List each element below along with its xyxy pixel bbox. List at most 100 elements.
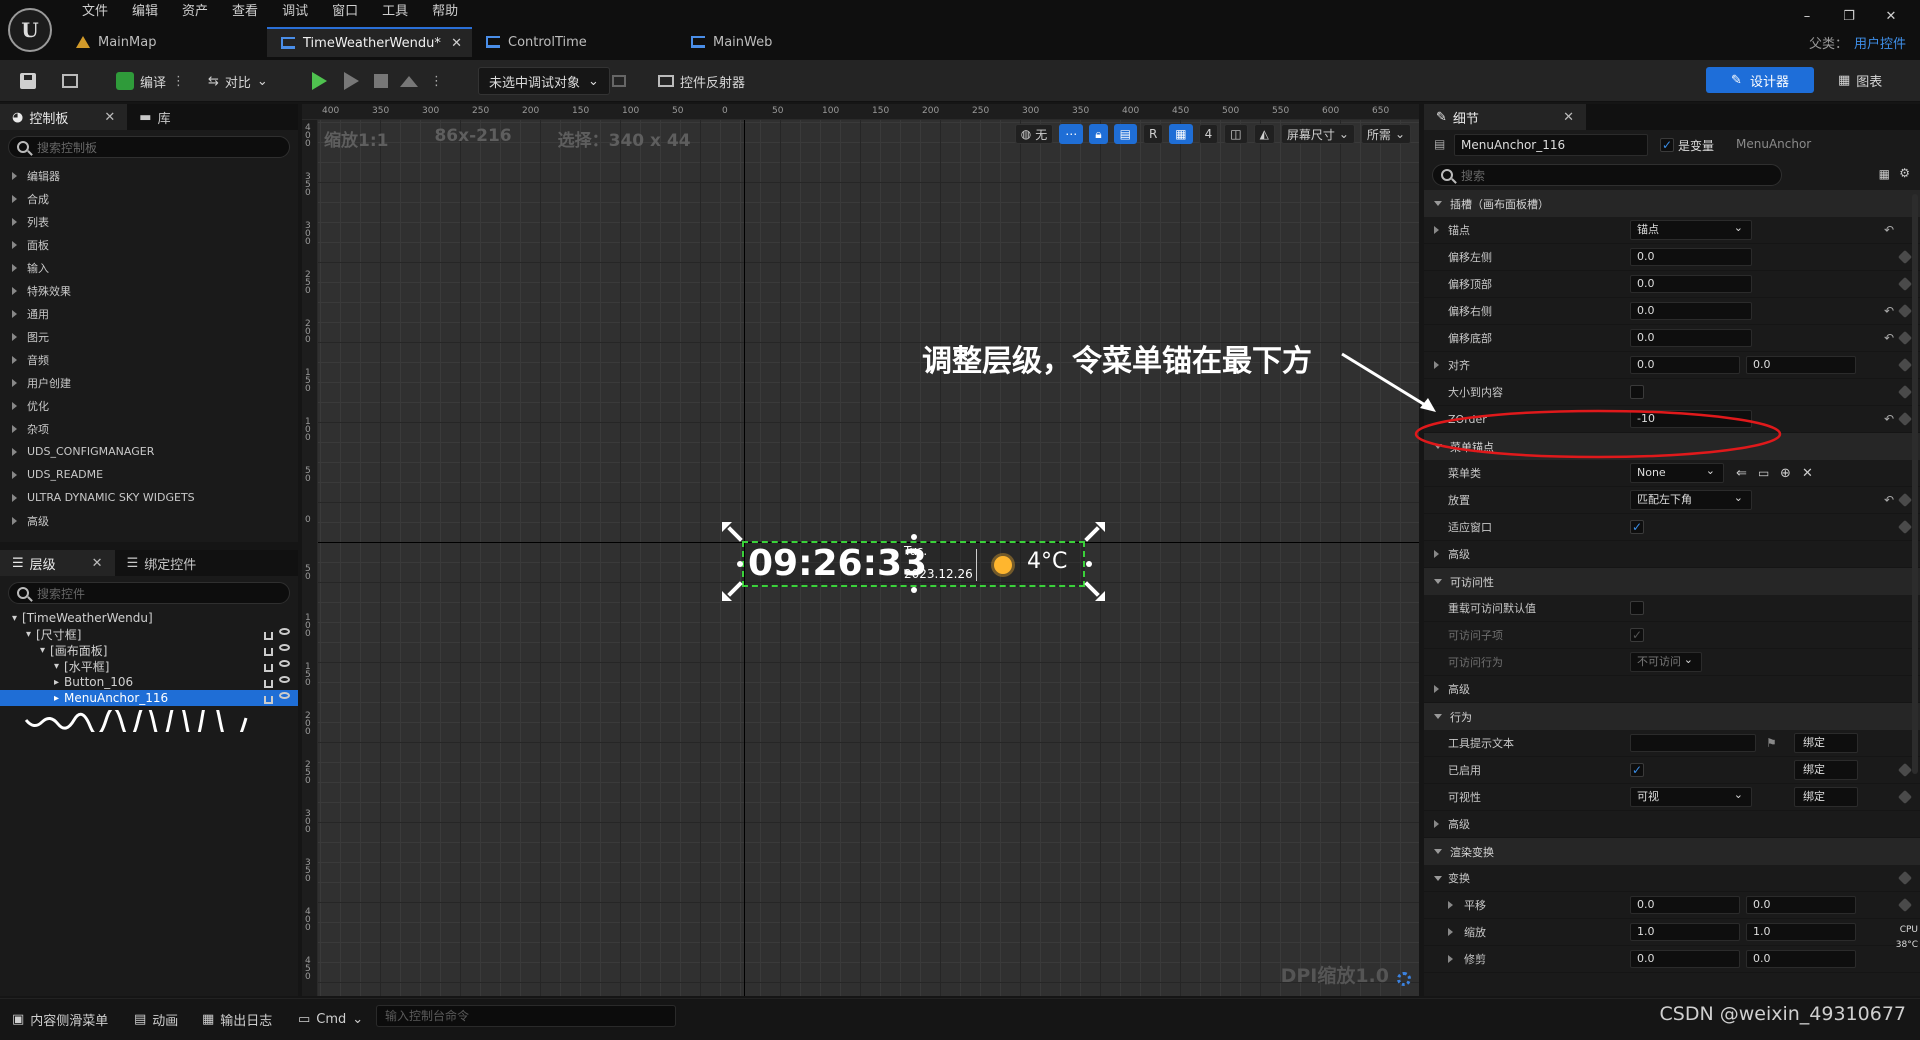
tab-library[interactable]: ▬ 库: [127, 104, 182, 130]
eye-icon[interactable]: [279, 644, 290, 651]
visibility-bind-dropdown[interactable]: 绑定: [1794, 787, 1858, 807]
row-advanced-1[interactable]: 高级: [1424, 541, 1920, 568]
eye-icon[interactable]: [279, 660, 290, 667]
bind-icon[interactable]: [1897, 249, 1913, 265]
resize-handle-bottom[interactable]: [911, 587, 917, 593]
offset-right-input[interactable]: 0.0: [1630, 302, 1752, 320]
flow-toggle[interactable]: ▤: [1113, 124, 1137, 144]
respect-locks-toggle[interactable]: R: [1142, 124, 1164, 144]
eye-icon[interactable]: [279, 676, 290, 683]
bind-icon[interactable]: [1897, 357, 1913, 373]
expand-icon[interactable]: ▸: [54, 677, 59, 688]
palette-category[interactable]: 杂项: [0, 417, 298, 440]
palette-category[interactable]: 用户创建: [0, 371, 298, 394]
expand-icon[interactable]: [1448, 928, 1453, 936]
expand-icon[interactable]: [1448, 955, 1453, 963]
restore-button[interactable]: ❐: [1828, 4, 1870, 30]
graph-button[interactable]: ▦ 图表: [1838, 67, 1882, 93]
add-icon[interactable]: ⊕: [1780, 466, 1791, 481]
close-window-button[interactable]: ✕: [1870, 4, 1912, 30]
menu-window[interactable]: 窗口: [320, 2, 370, 22]
resize-handle-left[interactable]: [737, 561, 743, 567]
palette-search-input[interactable]: 搜索控制板: [8, 136, 290, 158]
grid-snap-toggle[interactable]: ▦: [1169, 124, 1193, 144]
resize-handle-top-left[interactable]: [722, 522, 746, 546]
menu-view[interactable]: 查看: [220, 2, 270, 22]
resize-handle-top[interactable]: [911, 534, 917, 540]
palette-category[interactable]: ULTRA DYNAMIC SKY WIDGETS: [0, 486, 298, 509]
expand-icon[interactable]: [1448, 901, 1453, 909]
lock-icon[interactable]: [264, 648, 273, 656]
translation-x-input[interactable]: 0.0: [1630, 896, 1740, 914]
bind-icon[interactable]: [1897, 411, 1913, 427]
row-advanced-2[interactable]: 高级: [1424, 676, 1920, 703]
use-selected-icon[interactable]: ⇐: [1736, 466, 1747, 481]
resize-handle-bottom-left[interactable]: [722, 577, 746, 601]
palette-category[interactable]: UDS_README: [0, 463, 298, 486]
palette-category[interactable]: 输入: [0, 256, 298, 279]
override-access-checkbox[interactable]: [1630, 601, 1644, 615]
hierarchy-row[interactable]: ▾ [画布面板]: [0, 642, 298, 658]
details-search-input[interactable]: 搜索: [1432, 164, 1782, 186]
close-tab-icon[interactable]: ✕: [451, 36, 462, 51]
row-advanced-3[interactable]: 高级: [1424, 811, 1920, 838]
hierarchy-row[interactable]: ▾ [水平框]: [0, 658, 298, 674]
close-icon[interactable]: ✕: [92, 556, 103, 571]
enabled-bind-dropdown[interactable]: 绑定: [1794, 760, 1858, 780]
lock-icon[interactable]: [264, 696, 273, 704]
size-to-content-checkbox[interactable]: [1630, 385, 1644, 399]
play-button[interactable]: [312, 67, 327, 95]
palette-category[interactable]: 优化: [0, 394, 298, 417]
tooltip-input[interactable]: [1630, 734, 1756, 752]
step-button[interactable]: [344, 67, 359, 95]
section-accessibility[interactable]: 可访问性: [1424, 568, 1920, 595]
expand-icon[interactable]: ▾: [26, 629, 31, 640]
browse-folder-icon[interactable]: ▭: [1758, 466, 1769, 480]
browse-button[interactable]: [62, 67, 78, 95]
cmd-dropdown[interactable]: ▭ Cmd ⌄: [298, 1007, 363, 1031]
menu-asset[interactable]: 资产: [170, 2, 220, 22]
widget-name-input[interactable]: MenuAnchor_116: [1454, 134, 1648, 156]
localization-toggle[interactable]: ◍ 无: [1014, 124, 1054, 144]
hierarchy-row[interactable]: ▾ [TimeWeatherWendu]: [0, 610, 298, 626]
tooltip-bind-dropdown[interactable]: 绑定: [1794, 733, 1858, 753]
animation-button[interactable]: ▤ 动画: [134, 1007, 178, 1031]
fill-mode-dropdown[interactable]: 所需 ⌄: [1360, 124, 1411, 144]
fit-in-window-checkbox[interactable]: ✓: [1630, 520, 1644, 534]
bind-icon[interactable]: [1897, 492, 1913, 508]
clear-icon[interactable]: ✕: [1802, 466, 1813, 481]
expand-icon[interactable]: ▾: [12, 613, 17, 624]
offset-top-input[interactable]: 0.0: [1630, 275, 1752, 293]
eye-icon[interactable]: [279, 628, 290, 635]
scale-y-input[interactable]: 1.0: [1746, 923, 1856, 941]
palette-category[interactable]: 列表: [0, 210, 298, 233]
widget-reflector-button[interactable]: 控件反射器: [658, 67, 745, 95]
alignment-y-input[interactable]: 0.0: [1746, 356, 1856, 374]
palette-category[interactable]: UDS_CONFIGMANAGER: [0, 440, 298, 463]
placement-dropdown[interactable]: 匹配左下角: [1630, 489, 1752, 510]
close-icon[interactable]: ✕: [104, 110, 115, 125]
hierarchy-row[interactable]: ▸ MenuAnchor_116: [0, 690, 298, 706]
palette-category[interactable]: 图元: [0, 325, 298, 348]
gear-icon[interactable]: [1397, 972, 1411, 986]
menu-debug[interactable]: 调试: [270, 2, 320, 22]
palette-category[interactable]: 高级: [0, 509, 298, 532]
bind-icon[interactable]: [1897, 330, 1913, 346]
menu-file[interactable]: 文件: [70, 2, 120, 22]
resize-handle-top-right[interactable]: [1081, 522, 1105, 546]
debug-browse-button[interactable]: [612, 67, 626, 95]
flag-icon[interactable]: ⚑: [1766, 736, 1777, 750]
diff-button[interactable]: ⇆ 对比 ⌄: [208, 67, 268, 95]
is-variable-checkbox[interactable]: ✓: [1660, 138, 1674, 152]
screen-size-dropdown[interactable]: 屏幕尺寸 ⌄: [1280, 124, 1355, 144]
lock-icon[interactable]: [264, 680, 273, 688]
details-scrollbar[interactable]: [1912, 194, 1918, 774]
output-log-button[interactable]: ▦ 输出日志: [202, 1007, 272, 1031]
menu-class-dropdown[interactable]: None: [1630, 462, 1724, 483]
designer-button[interactable]: ✎ 设计器: [1706, 67, 1814, 93]
visibility-dropdown[interactable]: 可视: [1630, 786, 1752, 807]
background-toggle[interactable]: ◫: [1224, 124, 1248, 144]
bind-icon[interactable]: [1897, 519, 1913, 535]
content-drawer-button[interactable]: ▣ 内容侧滑菜单: [12, 1007, 108, 1031]
eye-icon[interactable]: [279, 692, 290, 699]
